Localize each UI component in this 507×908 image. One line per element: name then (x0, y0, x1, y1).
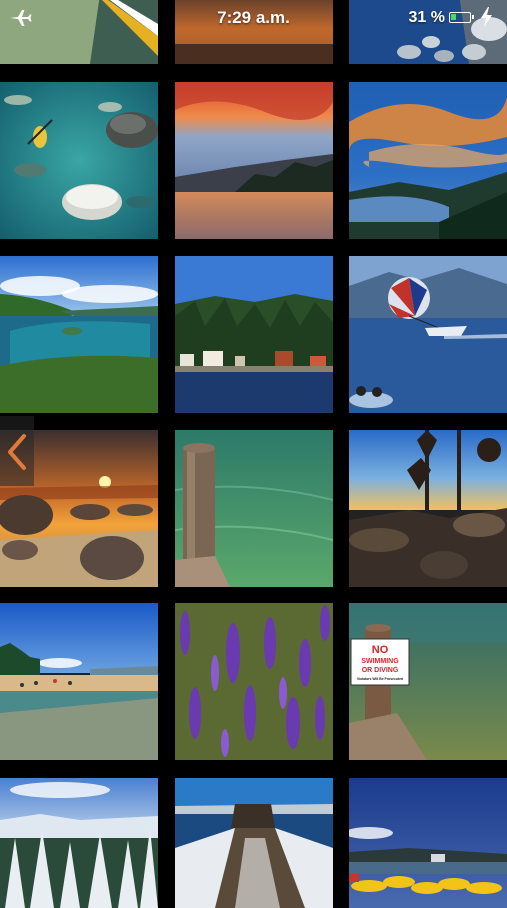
photo-parasailing[interactable] (349, 256, 507, 413)
photo-emerald-bay[interactable] (0, 256, 158, 413)
photo-grid: NO SWIMMING OR DIVING Violators Will Be … (0, 0, 507, 908)
photo-wooden-post-clear-water[interactable] (175, 430, 333, 587)
photo-pine-silhouettes-sunset[interactable] (349, 430, 507, 587)
chevron-left-icon (8, 434, 26, 470)
back-button[interactable] (0, 416, 34, 486)
sign-line-swimming: SWIMMING (361, 658, 399, 665)
battery-icon (449, 12, 474, 23)
sign-line-no: NO (372, 644, 389, 656)
battery-percent: 31 % (408, 9, 445, 26)
sign-line-diving: OR DIVING (362, 667, 399, 674)
photo-purple-lupines[interactable] (175, 603, 333, 760)
sign-line-violators: Violators Will Be Prosecuted (357, 677, 403, 681)
photo-sunset-lake-shore[interactable] (175, 82, 333, 239)
charging-icon (481, 7, 492, 27)
photo-sandy-beach-people[interactable] (0, 603, 158, 760)
photo-snowy-pines[interactable] (0, 778, 158, 908)
photo-snowy-pier[interactable] (175, 778, 333, 908)
status-bar: 7:29 a.m. 31 % (0, 0, 507, 40)
battery-level-fill (451, 14, 456, 20)
photo-lakeside-cabins[interactable] (175, 256, 333, 413)
photo-dramatic-sky-lake[interactable] (349, 82, 507, 239)
photo-yellow-kayaks[interactable] (349, 778, 507, 908)
photo-kayak-clear-water[interactable] (0, 82, 158, 239)
photo-no-swimming-sign[interactable]: NO SWIMMING OR DIVING Violators Will Be … (349, 603, 507, 760)
